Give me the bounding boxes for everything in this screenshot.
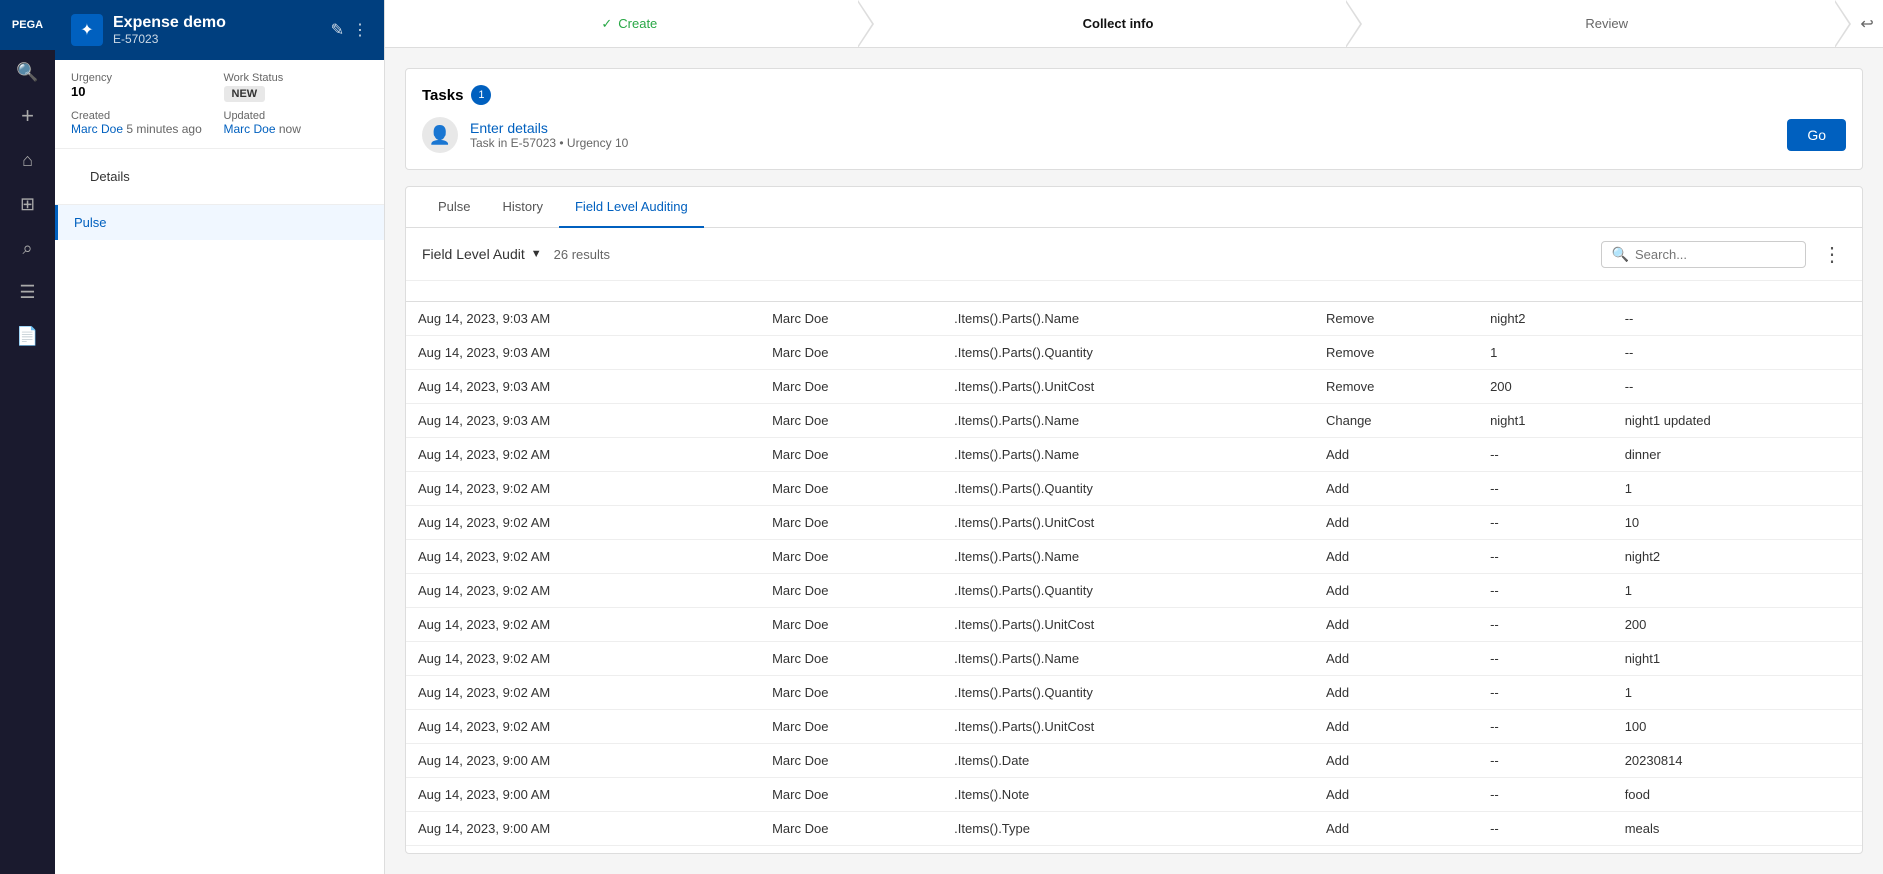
table-row: Aug 14, 2023, 9:02 AMMarc Doe.Items().Pa… bbox=[406, 472, 1862, 506]
filter-chevron-icon: ▼ bbox=[531, 248, 542, 260]
audit-card: Pulse History Field Level Auditing Field… bbox=[405, 186, 1863, 854]
col-previous bbox=[1478, 281, 1613, 302]
table-row: Aug 14, 2023, 9:02 AMMarc Doe.Items().Pa… bbox=[406, 710, 1862, 744]
step-review: Review bbox=[1362, 0, 1851, 47]
col-action bbox=[1314, 281, 1478, 302]
audit-table: Aug 14, 2023, 9:03 AMMarc Doe.Items().Pa… bbox=[406, 281, 1862, 853]
app-name: Expense demo bbox=[113, 14, 226, 32]
table-row: Aug 14, 2023, 9:02 AMMarc Doe.Items().Pa… bbox=[406, 438, 1862, 472]
status-badge: NEW bbox=[224, 86, 266, 102]
created-time: 5 minutes ago bbox=[126, 122, 201, 136]
work-status-label: Work Status bbox=[224, 72, 369, 84]
search-icon[interactable]: 🔍 bbox=[0, 50, 55, 94]
search-box: 🔍 bbox=[1601, 241, 1806, 268]
audit-table-wrapper[interactable]: Aug 14, 2023, 9:03 AMMarc Doe.Items().Pa… bbox=[406, 281, 1862, 853]
filter-label: Field Level Audit bbox=[422, 246, 525, 262]
left-navigation: PEGA 🔍 + ⌂ ⊞ ⌕ ☰ 📄 bbox=[0, 0, 55, 874]
task-avatar: 👤 bbox=[422, 117, 458, 153]
col-new bbox=[1613, 281, 1862, 302]
edit-icon[interactable]: ✎ bbox=[331, 20, 344, 40]
task-name[interactable]: Enter details bbox=[470, 120, 1775, 136]
table-row: Aug 14, 2023, 9:03 AMMarc Doe.Items().Pa… bbox=[406, 302, 1862, 336]
search-input[interactable] bbox=[1635, 247, 1795, 262]
document-icon[interactable]: 📄 bbox=[0, 314, 55, 358]
task-item: 👤 Enter details Task in E-57023 • Urgenc… bbox=[422, 117, 1846, 153]
more-options-button[interactable]: ⋮ bbox=[1818, 240, 1846, 268]
table-row: Aug 14, 2023, 9:02 AMMarc Doe.Items().Pa… bbox=[406, 608, 1862, 642]
audit-results-count: 26 results bbox=[554, 247, 610, 262]
tasks-count-badge: 1 bbox=[471, 85, 491, 105]
audit-filter-button[interactable]: Field Level Audit ▼ bbox=[422, 246, 542, 262]
table-row: Aug 14, 2023, 9:02 AMMarc Doe.Items().Pa… bbox=[406, 676, 1862, 710]
list-icon[interactable]: ☰ bbox=[0, 270, 55, 314]
sidebar-item-pulse[interactable]: Pulse bbox=[55, 205, 384, 240]
tab-history[interactable]: History bbox=[487, 187, 559, 228]
pega-logo[interactable]: PEGA bbox=[0, 0, 55, 50]
col-date bbox=[406, 281, 760, 302]
table-row: Aug 14, 2023, 9:00 AMMarc Doe.Items().Ty… bbox=[406, 812, 1862, 846]
table-row: Aug 14, 2023, 9:00 AMMarc Doe.Items().Da… bbox=[406, 846, 1862, 854]
sidebar-meta: Urgency 10 Work Status NEW Created Marc … bbox=[55, 60, 384, 149]
sidebar-header: ✦ Expense demo E-57023 ✎ ⋮ bbox=[55, 0, 384, 60]
updated-label: Updated bbox=[224, 110, 369, 122]
updated-time: now bbox=[279, 122, 301, 136]
table-header-row bbox=[406, 281, 1862, 302]
table-row: Aug 14, 2023, 9:00 AMMarc Doe.Items().No… bbox=[406, 778, 1862, 812]
urgency-label: Urgency bbox=[71, 72, 216, 84]
add-icon[interactable]: + bbox=[0, 94, 55, 138]
step-create: ✓ Create bbox=[385, 0, 874, 47]
table-row: Aug 14, 2023, 9:03 AMMarc Doe.Items().Pa… bbox=[406, 370, 1862, 404]
task-sub: Task in E-57023 • Urgency 10 bbox=[470, 136, 1775, 150]
tasks-card: Tasks 1 👤 Enter details Task in E-57023 … bbox=[405, 68, 1863, 170]
tabs-row: Pulse History Field Level Auditing bbox=[406, 187, 1862, 228]
col-property bbox=[942, 281, 1314, 302]
case-id: E-57023 bbox=[113, 32, 226, 46]
step-collect-info: Collect info bbox=[874, 0, 1363, 47]
go-button[interactable]: Go bbox=[1787, 119, 1846, 151]
tasks-title: Tasks bbox=[422, 87, 463, 104]
search2-icon[interactable]: ⌕ bbox=[0, 226, 55, 270]
search-icon: 🔍 bbox=[1612, 246, 1629, 263]
table-row: Aug 14, 2023, 9:03 AMMarc Doe.Items().Pa… bbox=[406, 404, 1862, 438]
content-area: Tasks 1 👤 Enter details Task in E-57023 … bbox=[385, 48, 1883, 874]
created-label: Created bbox=[71, 110, 216, 122]
audit-table-body: Aug 14, 2023, 9:03 AMMarc Doe.Items().Pa… bbox=[406, 302, 1862, 854]
urgency-value: 10 bbox=[71, 84, 216, 99]
table-row: Aug 14, 2023, 9:03 AMMarc Doe.Items().Pa… bbox=[406, 336, 1862, 370]
col-operator bbox=[760, 281, 942, 302]
main-content: ✓ Create Collect info Review ↩ Tasks 1 👤… bbox=[385, 0, 1883, 874]
app-icon: ✦ bbox=[71, 14, 103, 46]
more-options-icon[interactable]: ⋮ bbox=[352, 20, 368, 40]
collapse-button[interactable]: ↩ bbox=[1851, 8, 1883, 40]
table-row: Aug 14, 2023, 9:02 AMMarc Doe.Items().Pa… bbox=[406, 642, 1862, 676]
audit-toolbar: Field Level Audit ▼ 26 results 🔍 ⋮ bbox=[406, 228, 1862, 281]
table-row: Aug 14, 2023, 9:02 AMMarc Doe.Items().Pa… bbox=[406, 540, 1862, 574]
sidebar-item-details[interactable]: Details bbox=[71, 159, 368, 194]
tab-pulse[interactable]: Pulse bbox=[422, 187, 487, 228]
home-icon[interactable]: ⌂ bbox=[0, 138, 55, 182]
progress-bar: ✓ Create Collect info Review ↩ bbox=[385, 0, 1883, 48]
created-by-link[interactable]: Marc Doe bbox=[71, 122, 123, 136]
grid-icon[interactable]: ⊞ bbox=[0, 182, 55, 226]
updated-by-link[interactable]: Marc Doe bbox=[224, 122, 276, 136]
table-row: Aug 14, 2023, 9:00 AMMarc Doe.Items().Da… bbox=[406, 744, 1862, 778]
table-row: Aug 14, 2023, 9:02 AMMarc Doe.Items().Pa… bbox=[406, 506, 1862, 540]
table-row: Aug 14, 2023, 9:02 AMMarc Doe.Items().Pa… bbox=[406, 574, 1862, 608]
sidebar-panel: ✦ Expense demo E-57023 ✎ ⋮ Urgency 10 Wo… bbox=[55, 0, 385, 874]
tab-field-level-auditing[interactable]: Field Level Auditing bbox=[559, 187, 704, 228]
